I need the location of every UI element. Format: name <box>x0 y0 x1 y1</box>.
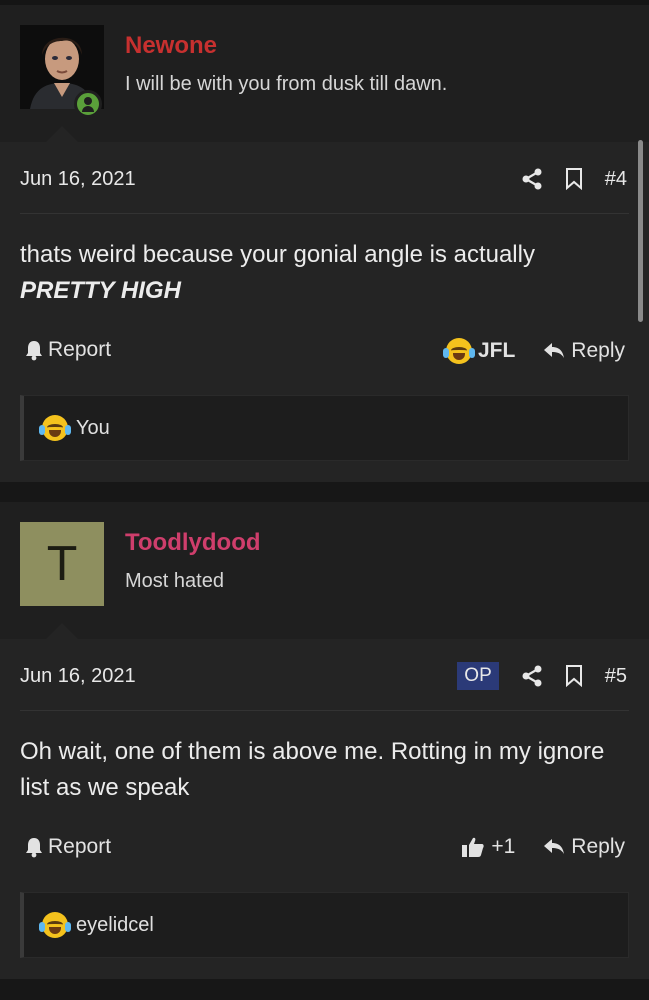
report-button[interactable]: Report <box>24 338 111 362</box>
post-message: Oh wait, one of them is above me. Rottin… <box>20 738 605 801</box>
bell-icon <box>26 838 42 858</box>
bell-icon <box>26 341 42 361</box>
bookmark-icon[interactable] <box>565 168 583 190</box>
user-title: I will be with you from dusk till dawn. <box>125 73 448 95</box>
divider <box>20 213 629 214</box>
post-actions-right: +1 Reply <box>461 835 625 859</box>
avatar-letter: T <box>47 537 77 591</box>
post-message: thats weird because your gonial angle is… <box>20 237 620 309</box>
share-icon[interactable] <box>521 665 543 687</box>
username[interactable]: Toodlydood <box>125 529 261 557</box>
post-date[interactable]: Jun 16, 2021 <box>20 665 136 688</box>
reply-button[interactable]: Reply <box>543 339 625 363</box>
username[interactable]: Newone <box>125 32 217 60</box>
post-date[interactable]: Jun 16, 2021 <box>20 168 136 191</box>
share-icon[interactable] <box>521 168 543 190</box>
reaction-button[interactable]: JFL <box>442 338 516 364</box>
online-status-icon <box>74 90 102 118</box>
op-badge: OP <box>457 662 499 690</box>
post-actions: Report JFL Reply <box>20 338 629 370</box>
thumbs-up-icon <box>462 837 485 857</box>
post-meta-actions: #4 <box>521 164 627 194</box>
post-5-user-header: T Toodlydood Most hated <box>0 502 649 639</box>
scrollbar[interactable] <box>638 140 643 322</box>
reactions-summary[interactable]: You <box>20 395 629 461</box>
laughing-crying-emoji-icon <box>39 415 71 441</box>
post-separator <box>0 979 649 1000</box>
reactions-summary-text: You <box>76 416 110 439</box>
reaction-label: JFL <box>477 339 516 362</box>
reply-button[interactable]: Reply <box>543 835 625 859</box>
report-label: Report <box>48 338 112 361</box>
user-avatar[interactable]: T <box>20 522 104 606</box>
reply-label: Reply <box>571 835 625 858</box>
like-button[interactable]: +1 <box>461 835 515 859</box>
laughing-crying-emoji-icon <box>442 338 475 364</box>
message-emphasis: PRETTY HIGH <box>20 277 181 304</box>
report-label: Report <box>48 835 112 858</box>
report-button[interactable]: Report <box>24 835 111 859</box>
post-meta-actions: OP #5 <box>457 661 627 691</box>
reply-label: Reply <box>571 339 625 362</box>
divider <box>20 710 629 711</box>
post-4-user-header: Newone I will be with you from dusk till… <box>0 5 649 142</box>
user-title: Most hated <box>125 570 224 592</box>
like-count: +1 <box>491 835 516 858</box>
bookmark-icon[interactable] <box>565 665 583 687</box>
post-4-body: Jun 16, 2021 #4 thats weird because your… <box>0 142 649 482</box>
message-text: thats weird because your gonial angle is… <box>20 241 535 268</box>
post-number[interactable]: #5 <box>605 665 627 688</box>
post-actions: Report +1 Reply <box>20 835 629 867</box>
post-separator <box>0 482 649 502</box>
post-actions-right: JFL Reply <box>442 338 625 364</box>
reply-arrow-icon <box>544 839 565 854</box>
reactions-summary-text: eyelidcel <box>76 913 154 936</box>
laughing-crying-emoji-icon <box>39 912 71 938</box>
reply-arrow-icon <box>544 343 565 358</box>
post-5-body: Jun 16, 2021 OP #5 Oh wait, one of them … <box>0 639 649 979</box>
post-number[interactable]: #4 <box>605 168 627 191</box>
post-pointer-notch <box>46 623 78 639</box>
post-pointer-notch <box>46 126 78 142</box>
reactions-summary[interactable]: eyelidcel <box>20 892 629 958</box>
